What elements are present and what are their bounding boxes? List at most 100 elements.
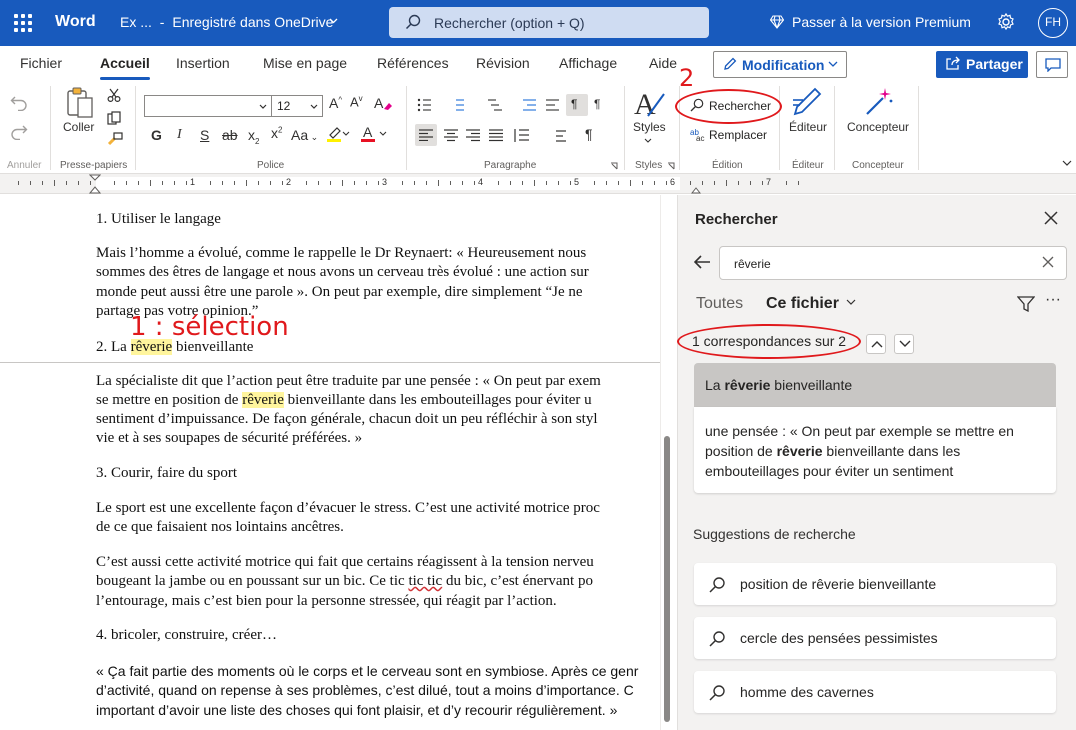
ruler-tick <box>594 181 595 185</box>
share-button[interactable]: Partager <box>936 51 1028 78</box>
show-formatting-icon[interactable]: ¶ <box>585 126 593 142</box>
editor-icon[interactable] <box>791 86 825 118</box>
editing-mode-label: Modification <box>742 57 825 73</box>
group-divider <box>834 86 835 170</box>
document-title[interactable]: Ex ... - Enregistré dans OneDrive <box>120 14 333 30</box>
chevron-down-icon[interactable] <box>644 138 652 144</box>
editing-mode-button[interactable]: Modification <box>713 51 847 78</box>
tab-affichage[interactable]: Affichage <box>559 55 617 71</box>
format-painter-icon[interactable] <box>107 132 123 148</box>
search-suggestion[interactable]: cercle des pensées pessimistes <box>694 617 1056 659</box>
cut-icon[interactable] <box>107 88 121 102</box>
search-suggestion[interactable]: homme des cavernes <box>694 671 1056 713</box>
back-arrow-icon[interactable] <box>694 255 710 269</box>
designer-icon[interactable] <box>863 86 895 118</box>
designer-button[interactable]: Concepteur <box>847 120 909 134</box>
group-divider <box>406 86 407 170</box>
styles-icon[interactable]: A <box>634 86 666 120</box>
app-launcher-icon[interactable] <box>14 14 32 32</box>
search-box[interactable]: Rechercher (option + Q) <box>389 7 709 38</box>
more-options-icon[interactable]: ··· <box>1045 291 1061 309</box>
scrollbar-thumb[interactable] <box>664 436 670 722</box>
undo-icon[interactable] <box>10 95 28 111</box>
grow-font-icon[interactable]: A^ <box>329 95 342 111</box>
group-label-font: Police <box>257 160 285 171</box>
subscript-icon[interactable]: x2 <box>248 127 259 146</box>
svg-text:A: A <box>634 88 656 120</box>
gear-icon[interactable] <box>996 12 1016 32</box>
chevron-down-icon[interactable] <box>329 18 338 24</box>
tab-references[interactable]: Références <box>377 55 449 71</box>
font-color-icon[interactable]: A <box>360 125 388 143</box>
styles-button[interactable]: Styles <box>633 120 666 134</box>
annotation-step-2: 2 <box>679 64 695 92</box>
comments-button[interactable] <box>1036 51 1068 78</box>
clear-formatting-icon[interactable]: A <box>374 95 392 111</box>
search-result-selected[interactable]: La rêverie bienveillante <box>694 363 1056 407</box>
chevron-down-icon <box>310 104 318 109</box>
previous-match-button[interactable] <box>866 334 886 354</box>
premium-button[interactable]: Passer à la version Premium <box>770 14 971 30</box>
clear-icon[interactable] <box>1042 256 1054 268</box>
shrink-font-icon[interactable]: Av <box>350 94 363 109</box>
highlight-color-icon[interactable] <box>326 125 350 143</box>
app-name[interactable]: Word <box>55 13 96 31</box>
ruler-tick <box>414 181 415 185</box>
next-match-button[interactable] <box>894 334 914 354</box>
align-left-button[interactable] <box>415 124 437 146</box>
paste-icon[interactable] <box>65 87 95 119</box>
ruler-tick <box>606 181 607 185</box>
strikethrough-button[interactable]: ab <box>222 127 238 143</box>
close-icon[interactable] <box>1044 211 1058 225</box>
paste-button[interactable]: Coller <box>63 120 94 134</box>
scope-file-tab[interactable]: Ce fichier <box>766 295 856 313</box>
document-canvas[interactable]: 1. Utiliser le langage Mais l’homme a év… <box>0 195 660 730</box>
annotation-circle-find <box>675 89 782 124</box>
share-label: Partager <box>966 56 1023 72</box>
italic-button[interactable]: I <box>177 127 182 143</box>
search-placeholder: Rechercher (option + Q) <box>434 15 585 31</box>
ruler-tick <box>78 181 79 185</box>
rtl-direction-icon[interactable]: ¶ <box>594 97 600 111</box>
tab-insertion[interactable]: Insertion <box>176 55 230 71</box>
svg-text:ac: ac <box>696 134 704 141</box>
filter-icon[interactable] <box>1017 296 1035 312</box>
suggestion-label: position de rêverie bienveillante <box>740 576 937 592</box>
tab-fichier[interactable]: Fichier <box>20 55 62 71</box>
ruler-tick <box>222 181 223 185</box>
change-case-icon[interactable]: Aa ⌄ <box>291 127 318 143</box>
search-result[interactable]: une pensée : « On peut par exemple se me… <box>694 407 1056 493</box>
ruler-tick <box>534 180 535 186</box>
ltr-direction-button[interactable]: ¶ <box>566 94 588 116</box>
search-suggestion[interactable]: position de rêverie bienveillante <box>694 563 1056 605</box>
tab-revision[interactable]: Révision <box>476 55 530 71</box>
avatar[interactable]: FH <box>1038 8 1068 38</box>
dialog-launcher-icon[interactable] <box>667 162 675 170</box>
spelling-error[interactable]: tic tic <box>408 573 442 589</box>
collapse-ribbon-icon[interactable] <box>1062 160 1072 168</box>
ruler-tick <box>402 181 403 185</box>
copy-icon[interactable] <box>107 111 121 125</box>
font-name-select[interactable] <box>144 95 272 117</box>
search-result-text: une pensée : « On peut par exemple se me… <box>705 421 1045 481</box>
paragraph-line: monde peut aussi être une parole ». On p… <box>96 284 583 300</box>
paragraph-line: La spécialiste dit que l’action peut êtr… <box>96 373 601 389</box>
ruler-tick <box>90 181 91 185</box>
ruler-tick <box>330 181 331 185</box>
editor-button[interactable]: Éditeur <box>789 120 827 134</box>
scope-all-tab[interactable]: Toutes <box>696 295 743 313</box>
find-input[interactable]: rêverie <box>719 246 1067 280</box>
tab-accueil[interactable]: Accueil <box>100 55 150 80</box>
underline-button[interactable]: S <box>200 127 209 143</box>
dialog-launcher-icon[interactable] <box>610 162 618 170</box>
superscript-icon[interactable]: x2 <box>271 125 282 141</box>
tab-aide[interactable]: Aide <box>649 55 677 71</box>
redo-icon[interactable] <box>10 124 28 140</box>
tab-mise-en-page[interactable]: Mise en page <box>263 55 347 71</box>
ruler-tick <box>654 181 655 185</box>
font-size-select[interactable]: 12 <box>271 95 323 117</box>
bold-button[interactable]: G <box>151 127 162 143</box>
alignment-icons[interactable] <box>444 129 584 143</box>
right-indent-marker-icon[interactable] <box>691 180 701 194</box>
ribbon: Annuler Coller Presse-papiers 12 A^ Av A… <box>0 80 1076 174</box>
